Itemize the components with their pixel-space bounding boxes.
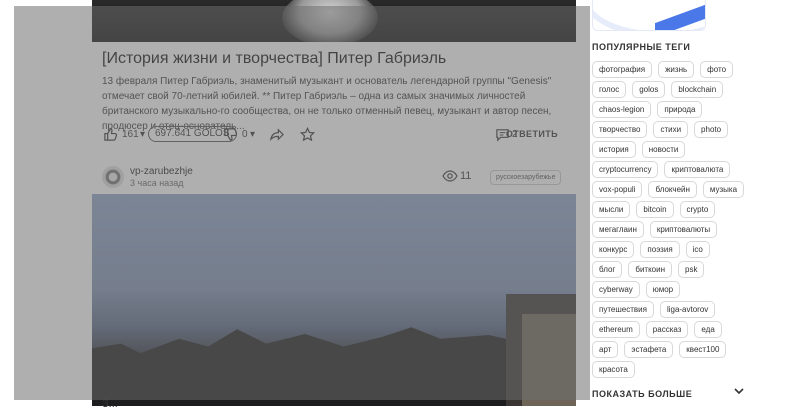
post-excerpt[interactable]: 13 февраля Питер Габриэль, знаменитый му…: [102, 74, 562, 134]
popular-tag[interactable]: рассказ: [645, 321, 689, 338]
dislike-icon[interactable]: [222, 126, 238, 142]
tag-row: история новости: [592, 141, 752, 158]
popular-tag[interactable]: liga-avtorov: [659, 301, 716, 318]
tag-row: красота: [592, 361, 752, 378]
dislike-count: 0: [242, 129, 248, 140]
reply-button[interactable]: ОТВЕТИТЬ: [506, 129, 558, 139]
popular-tag[interactable]: стихи: [653, 121, 689, 138]
like-icon[interactable]: [102, 126, 118, 142]
popular-tags-list: фотография жизнь фото голос golos blockchain c…: [592, 61, 752, 381]
popular-tag[interactable]: мегаглаин: [592, 221, 644, 238]
tag-row: мегаглаин криптовалюты: [592, 221, 752, 238]
popular-tag[interactable]: биткоин: [628, 261, 672, 278]
eye-icon: [442, 170, 458, 182]
show-more-button[interactable]: ПОКАЗАТЬ БОЛЬШЕ: [592, 389, 692, 399]
popular-tag[interactable]: crypto: [679, 201, 716, 218]
dislike-chevron-icon[interactable]: ▾: [250, 129, 255, 140]
avatar[interactable]: [102, 166, 124, 188]
feed: [История жизни и творчества] Питер Габри…: [0, 0, 590, 410]
sidebar-banner[interactable]: [592, 0, 706, 31]
post-cover-image[interactable]: [92, 194, 576, 406]
popular-tag[interactable]: природа: [657, 101, 703, 118]
popular-tag[interactable]: cyberway: [592, 281, 640, 298]
popular-tag[interactable]: новости: [641, 141, 686, 158]
popular-tag[interactable]: конкурс: [592, 241, 635, 258]
popular-tag[interactable]: мысли: [592, 201, 631, 218]
tag-row: chaos-legion природа: [592, 101, 752, 118]
popular-tag[interactable]: криптовалюты: [649, 221, 718, 238]
popular-tag[interactable]: фото: [700, 61, 734, 78]
post-card[interactable]: vp-zarubezhje 3 часа назад 11 русскоезар…: [92, 158, 576, 406]
tag-row: арт эстафета квест100: [592, 341, 752, 358]
popular-tag[interactable]: golos: [632, 81, 666, 98]
popular-tag[interactable]: история: [592, 141, 636, 158]
popular-tag[interactable]: ico: [685, 241, 710, 258]
popular-tag[interactable]: psk: [678, 261, 705, 278]
popular-tag[interactable]: ethereum: [592, 321, 640, 338]
tag-row: cryptocurrency криптовалюта: [592, 161, 752, 178]
popular-tag[interactable]: квест100: [679, 341, 727, 358]
popular-tag[interactable]: путешествия: [592, 301, 654, 318]
popular-tag[interactable]: блог: [592, 261, 623, 278]
popular-tag[interactable]: голос: [592, 81, 627, 98]
popular-tag[interactable]: фотография: [592, 61, 653, 78]
sidebar: ПОПУЛЯРНЫЕ ТЕГИ фотография жизнь фото голос…: [592, 0, 800, 406]
star-icon[interactable]: [299, 126, 315, 142]
popular-tag[interactable]: vox-populi: [592, 181, 643, 198]
popular-tag[interactable]: blockchain: [671, 81, 724, 98]
post-actions: 161 ▾ 697.641 GOLOS 0 ▾ 2 ОТВЕТИТЬ: [102, 126, 566, 144]
tag-row: путешествия liga-avtorov: [592, 301, 752, 318]
tag-row: мысли bitcoin crypto: [592, 201, 752, 218]
tag-row: блог биткоин psk: [592, 261, 752, 278]
popular-tag[interactable]: photo: [694, 121, 729, 138]
next-post-snippet: З...: [102, 398, 118, 410]
tag-row: ethereum рассказ еда: [592, 321, 752, 338]
like-chevron-icon[interactable]: ▾: [140, 129, 145, 140]
chevron-down-icon[interactable]: [733, 385, 745, 397]
share-icon[interactable]: [268, 126, 284, 142]
popular-tag[interactable]: творчество: [592, 121, 648, 138]
post-card[interactable]: [История жизни и творчества] Питер Габри…: [92, 0, 576, 150]
popular-tag[interactable]: красота: [592, 361, 635, 378]
author-name[interactable]: vp-zarubezhje: [130, 166, 193, 177]
popular-tag[interactable]: эстафета: [624, 341, 674, 358]
tag-row: cyberway юмор: [592, 281, 752, 298]
popular-tag[interactable]: юмор: [645, 281, 681, 298]
category-tag[interactable]: русскоезарубежье: [490, 170, 562, 185]
like-count: 161: [122, 129, 139, 140]
popular-tag[interactable]: жизнь: [658, 61, 695, 78]
popular-tag[interactable]: блокчейн: [648, 181, 697, 198]
post-cover-image[interactable]: [92, 0, 576, 42]
popular-tag[interactable]: криптовалюта: [664, 161, 731, 178]
popular-tag[interactable]: chaos-legion: [592, 101, 652, 118]
post-time: 3 часа назад: [130, 178, 184, 188]
popular-tag[interactable]: еда: [694, 321, 722, 338]
tag-row: голос golos blockchain: [592, 81, 752, 98]
popular-tags-title: ПОПУЛЯРНЫЕ ТЕГИ: [592, 42, 691, 52]
popular-tag[interactable]: cryptocurrency: [592, 161, 659, 178]
tag-row: творчество стихи photo: [592, 121, 752, 138]
popular-tag[interactable]: поэзия: [640, 241, 680, 258]
popular-tag[interactable]: музыка: [702, 181, 745, 198]
tag-row: фотография жизнь фото: [592, 61, 752, 78]
views-count: 11: [460, 170, 472, 182]
tag-row: конкурс поэзия ico: [592, 241, 752, 258]
popular-tag[interactable]: арт: [592, 341, 619, 358]
post-title[interactable]: [История жизни и творчества] Питер Габри…: [102, 50, 446, 68]
popular-tag[interactable]: bitcoin: [636, 201, 674, 218]
tag-row: vox-populi блокчейн музыка: [592, 181, 752, 198]
